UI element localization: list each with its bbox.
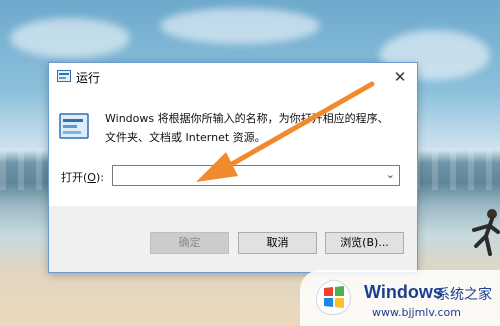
person-figure — [472, 209, 500, 256]
windows-logo — [315, 279, 351, 315]
watermark-url: www.bjjmlv.com — [372, 306, 461, 319]
watermark-brand: Windows — [364, 282, 443, 302]
watermark: Windows 系统之家 www.bjjmlv.com — [300, 270, 500, 326]
watermark-cn: 系统之家 — [436, 287, 492, 303]
